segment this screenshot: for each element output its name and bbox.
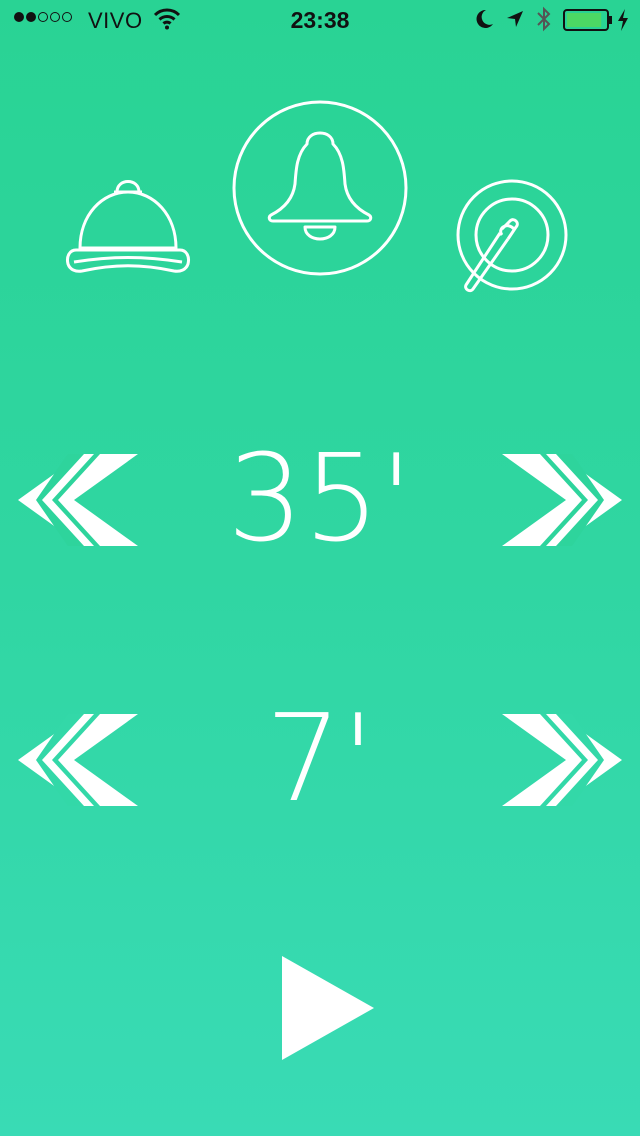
double-chevron-left-icon: [18, 714, 138, 806]
battery-icon: [563, 9, 613, 36]
work-time-decrease-button[interactable]: [18, 454, 140, 546]
work-time-increase-button[interactable]: [500, 454, 622, 546]
double-chevron-left-icon: [18, 454, 138, 546]
break-time-value: 7': [265, 690, 375, 829]
moon-icon: [474, 8, 494, 35]
break-time-stepper: 7': [0, 690, 640, 830]
charging-icon: [616, 8, 630, 37]
double-chevron-right-icon: [502, 714, 622, 806]
break-time-increase-button[interactable]: [500, 714, 622, 806]
work-time-stepper: 35': [0, 430, 640, 570]
work-time-value: 35': [227, 430, 413, 569]
bell-icon: [232, 100, 408, 276]
status-bar: VIVO 23:38: [0, 0, 640, 40]
break-time-decrease-button[interactable]: [18, 714, 140, 806]
location-icon: [505, 9, 525, 34]
gong-sound-button[interactable]: [452, 177, 572, 297]
bell-sound-button[interactable]: [231, 99, 409, 277]
double-chevron-right-icon: [502, 454, 622, 546]
desk-bell-icon: [66, 180, 190, 273]
desk-bell-sound-button[interactable]: [62, 170, 196, 280]
bluetooth-icon: [536, 6, 552, 37]
gong-icon: [456, 179, 568, 293]
play-button[interactable]: [280, 956, 376, 1060]
play-icon: [282, 956, 374, 1060]
